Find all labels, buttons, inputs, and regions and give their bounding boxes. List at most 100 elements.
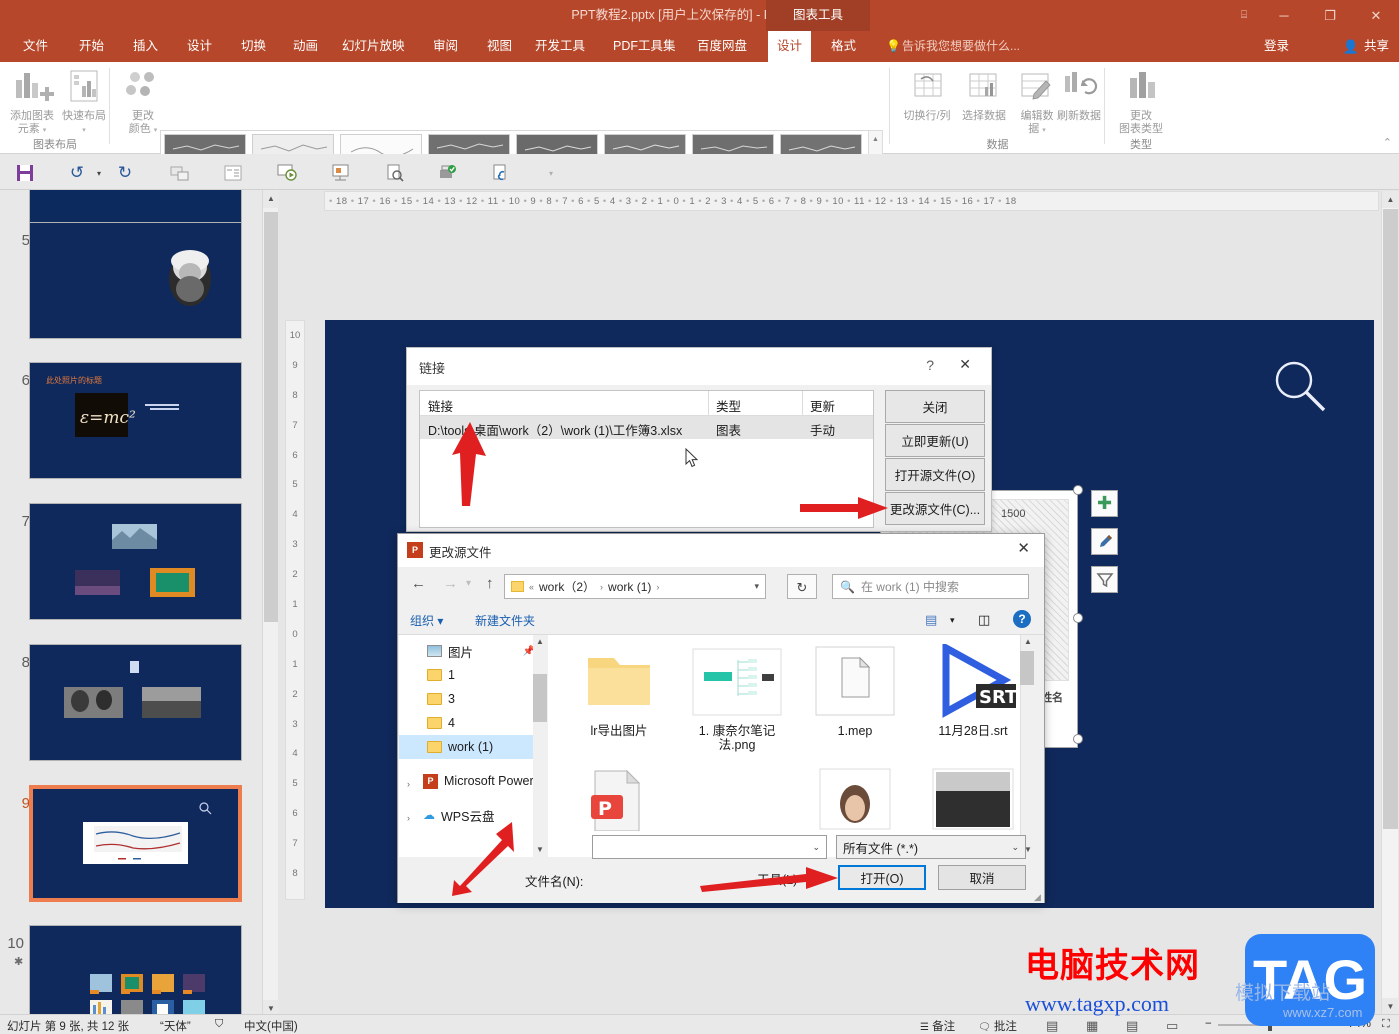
slideshow-icon[interactable]: ▭	[1166, 1018, 1178, 1034]
language-label[interactable]: 中文(中国)	[244, 1018, 298, 1034]
fit-slide-icon[interactable]: ⛶	[1382, 1018, 1390, 1031]
chevron-right-icon[interactable]: ›	[407, 779, 410, 789]
file-scroll-thumb[interactable]	[1020, 651, 1034, 685]
file-item-pdf[interactable]: P	[564, 759, 674, 839]
quick-print-icon[interactable]	[436, 162, 458, 184]
tools-menu[interactable]: 工具(L) ▾	[757, 869, 819, 888]
slide-thumbnail-5[interactable]	[29, 222, 242, 339]
slide-thumbnail-8[interactable]	[29, 644, 242, 761]
help-icon[interactable]: ?	[1013, 610, 1031, 628]
filename-input[interactable]: ⌄	[592, 835, 827, 859]
file-item-srt[interactable]: SRT 11月28日.srt	[918, 641, 1028, 738]
print-preview-icon[interactable]	[384, 162, 406, 184]
links-dialog-help-icon[interactable]: ?	[926, 357, 934, 373]
ribbon-tab-12[interactable]: 设计	[768, 31, 812, 62]
tree-item-3[interactable]: 3	[399, 687, 547, 711]
switch-row-column-button[interactable]: 切换行/列	[898, 68, 956, 123]
reading-view-icon[interactable]: ▤	[1126, 1018, 1138, 1034]
refresh-icon[interactable]: ↻	[787, 574, 817, 599]
chart-styles-button[interactable]	[1091, 528, 1118, 555]
organize-menu[interactable]: 组织 ▾	[410, 612, 443, 629]
tree-item-wps-cloud[interactable]: › ☁ WPS云盘	[399, 803, 547, 827]
resize-grip-icon[interactable]: ◢	[1034, 892, 1396, 1032]
ribbon-tab-8[interactable]: 视图	[478, 31, 521, 62]
tools-caret-icon[interactable]: ▾	[815, 876, 820, 886]
zoom-slider-knob[interactable]	[1268, 1019, 1272, 1031]
file-item-png[interactable]: 1. 康奈尔笔记法.png	[682, 641, 792, 752]
ribbon-tab-11[interactable]: 百度网盘	[688, 31, 756, 62]
qat-more-icon[interactable]: ▾	[540, 162, 562, 184]
ribbon-tab-1[interactable]: 开始	[70, 31, 113, 62]
chart-elements-button[interactable]: ✚	[1091, 490, 1118, 517]
zoom-in-button[interactable]: +	[1330, 1018, 1337, 1030]
hyperlink-icon[interactable]	[490, 162, 512, 184]
breadcrumb-part-1[interactable]: work (1)	[608, 580, 651, 594]
back-icon[interactable]: ←	[411, 575, 426, 592]
links-open-source-button[interactable]: 打开源文件(O)	[885, 458, 985, 491]
new-folder-button[interactable]: 新建文件夹	[475, 612, 535, 629]
ribbon-tab-6[interactable]: 幻灯片放映	[333, 31, 414, 62]
redo-icon[interactable]: ↻	[114, 162, 136, 184]
file-item-folder[interactable]: lr导出图片	[564, 641, 674, 738]
theme-name-label[interactable]: “天体”	[160, 1018, 191, 1034]
tree-item-microsoft-powerpoint[interactable]: › P Microsoft Power	[399, 769, 547, 793]
breadcrumb-dropdown-icon[interactable]: ▾	[754, 581, 759, 592]
chevron-down-icon[interactable]: ⌄	[812, 842, 820, 853]
search-input[interactable]: 🔍 在 work (1) 中搜索	[832, 574, 1029, 599]
file-scroll-up-icon[interactable]: ▲	[1021, 635, 1035, 649]
change-colors-button[interactable]: 更改 颜色 ▾	[115, 68, 171, 137]
zoom-level-label[interactable]: 74%	[1348, 1018, 1371, 1030]
tree-item-4[interactable]: 4	[399, 711, 547, 735]
chart-handle-mid-right[interactable]	[1073, 613, 1083, 623]
links-dialog[interactable]: 链接 ? ✕ 链接 类型 更新 D:\tools\桌面\work（2）\work…	[406, 347, 992, 532]
select-data-button[interactable]: 选择数据	[955, 68, 1013, 123]
start-from-current-icon[interactable]	[168, 162, 190, 184]
thumbnail-pane-scrollbar[interactable]: ▲ ▼	[262, 190, 279, 1018]
file-item-photo-1[interactable]	[800, 759, 910, 839]
zoom-out-button[interactable]: −	[1205, 1018, 1212, 1030]
tree-scroll-thumb[interactable]	[533, 674, 547, 722]
accessibility-icon[interactable]: ⛉	[215, 1018, 223, 1031]
minimize-button[interactable]: ─	[1261, 0, 1307, 31]
view-dropdown-icon[interactable]: ▾	[950, 615, 955, 626]
file-item-mep[interactable]: 1.mep	[800, 641, 910, 738]
start-slideshow-icon[interactable]	[276, 162, 298, 184]
forward-icon[interactable]: →	[443, 575, 458, 592]
slide-thumbnail-10[interactable]	[29, 925, 242, 1018]
preview-pane-icon[interactable]: ◫	[978, 612, 990, 628]
undo-icon[interactable]: ↺	[66, 162, 88, 184]
refresh-data-button[interactable]: 刷新数据	[1050, 68, 1108, 123]
tree-item-1[interactable]: 1	[399, 663, 547, 687]
chart-handle-top-right[interactable]	[1073, 485, 1083, 495]
view-layout-icon[interactable]: ▤	[925, 612, 937, 628]
tree-scroll-down-icon[interactable]: ▼	[533, 843, 547, 857]
restore-button[interactable]: ❐	[1307, 0, 1353, 31]
close-button[interactable]: ✕	[1353, 0, 1399, 31]
from-beginning-icon[interactable]	[330, 162, 352, 184]
slide-sorter-icon[interactable]: ▦	[1086, 1018, 1098, 1034]
file-item-photo-2[interactable]	[918, 759, 1028, 839]
tree-scroll-up-icon[interactable]: ▲	[533, 635, 547, 649]
outline-view-icon[interactable]	[222, 162, 244, 184]
links-change-source-button[interactable]: 更改源文件(C)...	[885, 492, 985, 525]
ribbon-tab-9[interactable]: 开发工具	[526, 31, 594, 62]
file-dialog-close-icon[interactable]: ✕	[1017, 539, 1030, 557]
chart-filters-button[interactable]	[1091, 566, 1118, 593]
filetype-select[interactable]: 所有文件 (*.*) ⌄	[836, 835, 1026, 859]
open-button[interactable]: 打开(O)	[838, 865, 926, 890]
collapse-ribbon-icon[interactable]: ⌃	[1383, 136, 1392, 149]
save-icon[interactable]	[14, 162, 36, 184]
tree-scrollbar[interactable]: ▲ ▼	[533, 635, 547, 857]
normal-view-icon[interactable]: ▤	[1046, 1018, 1058, 1034]
file-list[interactable]: lr导出图片 1. 康奈尔笔记法.png 1.mep SRT 11月28日.sr…	[548, 635, 1034, 857]
tree-item-pictures[interactable]: 图片 📌	[399, 639, 547, 663]
address-breadcrumb[interactable]: « work（2） › work (1) › ▾	[504, 574, 766, 599]
links-dialog-close-icon[interactable]: ✕	[959, 356, 971, 373]
gallery-scroll-up-icon[interactable]: ▲	[869, 131, 882, 150]
slide-thumbnail-6[interactable]: 此处照片的标题 ε=mc²	[29, 362, 242, 479]
slide-thumbnail-pane[interactable]: 5 6 此处照片的标题 ε=mc² 7 8 9 10 ✱	[0, 190, 262, 1018]
cancel-button[interactable]: 取消	[938, 865, 1026, 890]
tell-me-input[interactable]: 告诉我您想要做什么...	[902, 31, 1020, 62]
breadcrumb-part-0[interactable]: work（2）	[539, 578, 595, 595]
comments-button[interactable]: 🗨 批注	[978, 1018, 1017, 1034]
